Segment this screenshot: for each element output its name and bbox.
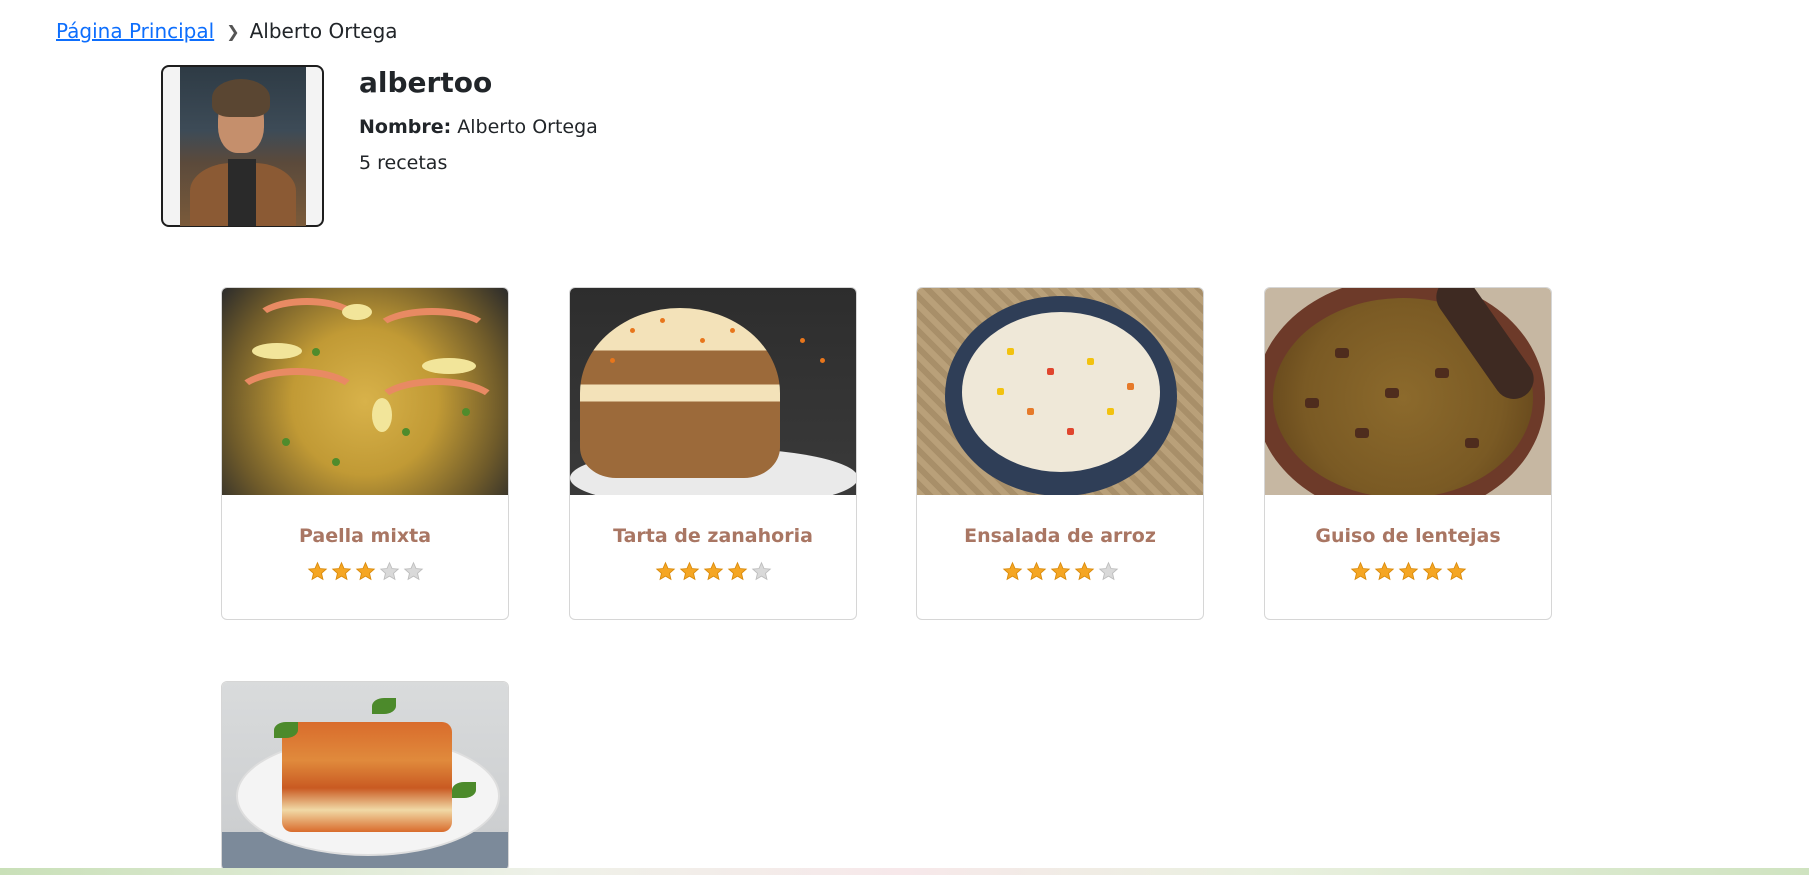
recipe-count: 5 recetas bbox=[359, 152, 448, 174]
bottom-bar bbox=[0, 868, 1809, 875]
star-filled-icon bbox=[1422, 561, 1442, 581]
recipe-image[interactable] bbox=[917, 288, 1203, 495]
star-filled-icon bbox=[1350, 561, 1370, 581]
star-filled-icon bbox=[1074, 561, 1094, 581]
avatar bbox=[161, 65, 324, 227]
star-filled-icon bbox=[655, 561, 675, 581]
star-filled-icon bbox=[331, 561, 351, 581]
breadcrumb-home-link[interactable]: Página Principal bbox=[56, 19, 214, 43]
recipe-title[interactable]: Ensalada de arroz bbox=[917, 525, 1203, 549]
star-empty-icon bbox=[1098, 561, 1118, 581]
recipe-card-tarta[interactable]: Tarta de zanahoria bbox=[569, 287, 857, 620]
profile-username: albertoo bbox=[359, 66, 493, 99]
recipe-card-ensalada[interactable]: Ensalada de arroz bbox=[916, 287, 1204, 620]
profile-photo bbox=[179, 66, 306, 226]
recipe-image[interactable] bbox=[222, 682, 508, 870]
recipe-card-paella[interactable]: Paella mixta bbox=[221, 287, 509, 620]
profile-name-label: Nombre: bbox=[359, 116, 452, 138]
recipe-image[interactable] bbox=[222, 288, 508, 495]
chevron-right-icon: ❯ bbox=[226, 21, 240, 41]
star-filled-icon bbox=[1398, 561, 1418, 581]
star-rating bbox=[570, 561, 856, 582]
recipe-title[interactable]: Tarta de zanahoria bbox=[570, 525, 856, 549]
profile-info: albertoo Nombre: Alberto Ortega 5 receta… bbox=[359, 66, 598, 174]
star-filled-icon bbox=[679, 561, 699, 581]
star-empty-icon bbox=[751, 561, 771, 581]
profile-name-line: Nombre: Alberto Ortega bbox=[359, 116, 598, 138]
recipe-image[interactable] bbox=[1265, 288, 1551, 495]
star-filled-icon bbox=[307, 561, 327, 581]
recipe-title[interactable]: Paella mixta bbox=[222, 525, 508, 549]
star-empty-icon bbox=[403, 561, 423, 581]
star-filled-icon bbox=[1446, 561, 1466, 581]
star-rating bbox=[917, 561, 1203, 582]
profile-name-value: Alberto Ortega bbox=[457, 116, 598, 138]
star-filled-icon bbox=[1002, 561, 1022, 581]
breadcrumb: Página Principal ❯ Alberto Ortega bbox=[56, 18, 398, 44]
star-filled-icon bbox=[727, 561, 747, 581]
star-rating bbox=[1265, 561, 1551, 582]
recipe-image[interactable] bbox=[570, 288, 856, 495]
star-rating bbox=[222, 561, 508, 582]
star-empty-icon bbox=[379, 561, 399, 581]
star-filled-icon bbox=[355, 561, 375, 581]
star-filled-icon bbox=[1026, 561, 1046, 581]
recipe-title[interactable]: Guiso de lentejas bbox=[1265, 525, 1551, 549]
star-filled-icon bbox=[1050, 561, 1070, 581]
star-filled-icon bbox=[1374, 561, 1394, 581]
breadcrumb-current: Alberto Ortega bbox=[249, 19, 398, 43]
recipe-card-5[interactable] bbox=[221, 681, 509, 871]
star-filled-icon bbox=[703, 561, 723, 581]
recipe-card-guiso[interactable]: Guiso de lentejas bbox=[1264, 287, 1552, 620]
